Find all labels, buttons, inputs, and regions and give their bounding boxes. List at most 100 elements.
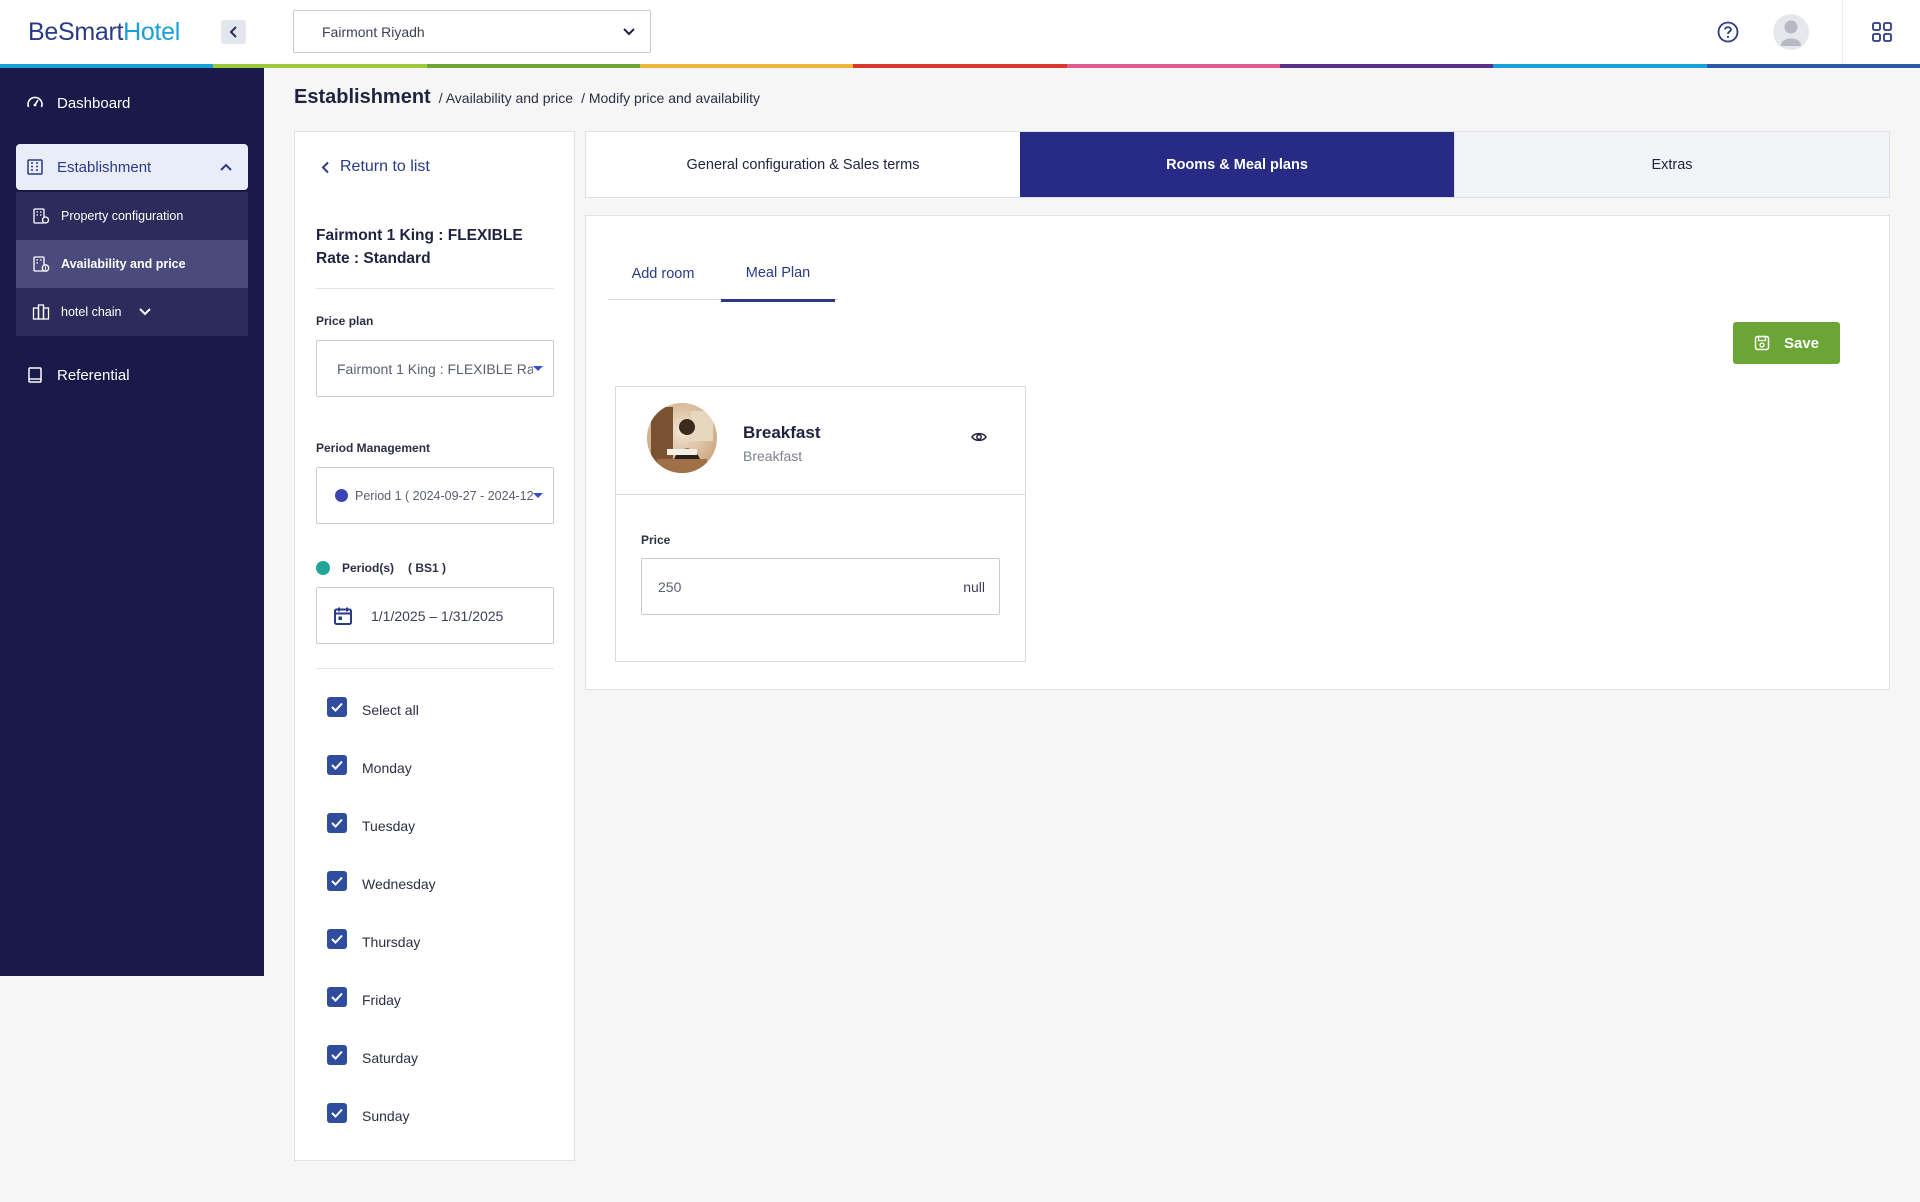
divider: [316, 668, 554, 669]
checkbox-select-all[interactable]: Select all: [327, 697, 419, 720]
logo-part-hotel: Hotel: [123, 18, 181, 46]
help-icon: [1717, 21, 1739, 43]
price-unit: null: [963, 578, 985, 595]
checkbox-label: Select all: [362, 702, 419, 718]
help-button[interactable]: [1712, 16, 1744, 48]
save-button[interactable]: Save: [1733, 322, 1840, 364]
checkbox-tuesday[interactable]: Tuesday: [327, 813, 415, 836]
period-management-label: Period Management: [316, 441, 431, 455]
period-management-select[interactable]: Period 1 ( 2024-09-27 - 2024-12-31 ): [316, 467, 554, 524]
apps-grid-button[interactable]: [1866, 16, 1898, 48]
period-color-dot: [335, 489, 348, 502]
sidebar-item-label: Referential: [57, 366, 130, 384]
meal-plan-item: Breakfast Breakfast Price 250 null: [615, 386, 1026, 662]
checkbox-checked-icon: [327, 697, 347, 717]
sidebar-item-label: hotel chain: [61, 305, 122, 319]
periods-code: ( BS1 ): [408, 561, 447, 575]
app-logo[interactable]: BeSmartHotel: [28, 18, 180, 47]
periods-label-row: Period(s) ( BS1 ): [316, 561, 446, 575]
tab-meal-plan[interactable]: Meal Plan: [721, 246, 835, 302]
checkbox-saturday[interactable]: Saturday: [327, 1045, 419, 1068]
brand-color-strip: [0, 64, 1920, 68]
establishment-submenu: Property configuration Availability and …: [16, 192, 248, 336]
chevron-down-icon: [139, 308, 152, 316]
chevron-left-icon: [229, 26, 237, 38]
price-value: 250: [658, 578, 682, 595]
caret-down-icon: [533, 493, 543, 498]
save-icon: [1754, 335, 1770, 351]
checkbox-checked-icon: [327, 813, 347, 833]
checkbox-checked-icon: [327, 929, 347, 949]
price-plan-value: Fairmont 1 King : FLEXIBLE Rate : Standa…: [337, 360, 533, 377]
checkbox-label: Thursday: [362, 934, 421, 950]
sidebar: Dashboard Establishment Property configu…: [0, 68, 264, 976]
hotel-select-value: Fairmont Riyadh: [322, 23, 425, 40]
availability-price-icon: [33, 256, 50, 272]
sidebar-item-hotel-chain[interactable]: hotel chain: [16, 288, 248, 336]
property-config-icon: [33, 208, 50, 224]
tab-add-room[interactable]: Add room: [608, 246, 718, 302]
checkbox-friday[interactable]: Friday: [327, 987, 401, 1010]
grid-icon: [1872, 22, 1892, 42]
breadcrumb-availability[interactable]: / Availability and price: [439, 90, 573, 106]
hotel-chain-icon: [32, 304, 50, 320]
meal-plan-card: Add room Meal Plan Save Breakfast Breakf…: [585, 215, 1890, 690]
tab-extras[interactable]: Extras: [1454, 132, 1889, 197]
tab-general-configuration[interactable]: General configuration & Sales terms: [586, 132, 1020, 197]
sidebar-item-property-configuration[interactable]: Property configuration: [16, 192, 248, 240]
meal-subtitle: Breakfast: [743, 448, 803, 464]
sidebar-item-label: Establishment: [57, 158, 152, 176]
price-input[interactable]: 250 null: [641, 558, 1000, 615]
top-bar: BeSmartHotel Fairmont Riyadh: [0, 0, 1920, 64]
checkbox-sunday[interactable]: Sunday: [327, 1103, 410, 1126]
hotel-select[interactable]: Fairmont Riyadh: [293, 10, 651, 53]
calendar-icon: [334, 607, 352, 625]
sidebar-item-label: Dashboard: [57, 94, 131, 112]
sidebar-item-availability-and-price[interactable]: Availability and price: [16, 240, 248, 288]
checkbox-monday[interactable]: Monday: [327, 755, 412, 778]
avatar-icon: [1773, 14, 1809, 50]
breadcrumb-root[interactable]: Establishment: [294, 86, 431, 109]
checkbox-checked-icon: [327, 755, 347, 775]
collapse-sidebar-button[interactable]: [221, 20, 246, 44]
checkbox-thursday[interactable]: Thursday: [327, 929, 421, 952]
checkbox-checked-icon: [327, 987, 347, 1007]
top-divider: [1842, 0, 1843, 64]
return-to-list-label: Return to list: [340, 158, 430, 175]
room-title: Fairmont 1 King : FLEXIBLE Rate : Standa…: [316, 227, 523, 267]
checkbox-label: Monday: [362, 760, 412, 776]
tab-rooms-meal-plans[interactable]: Rooms & Meal plans: [1020, 132, 1454, 197]
sidebar-item-referential[interactable]: Referential: [16, 352, 248, 398]
caret-down-icon: [533, 366, 543, 371]
chevron-left-icon: [321, 161, 329, 173]
checkbox-label: Friday: [362, 992, 401, 1008]
period-management-value: Period 1 ( 2024-09-27 - 2024-12-31 ): [355, 488, 533, 503]
price-plan-select[interactable]: Fairmont 1 King : FLEXIBLE Rate : Standa…: [316, 340, 554, 397]
sub-tabs: Add room Meal Plan: [608, 246, 1868, 302]
checkbox-wednesday[interactable]: Wednesday: [327, 871, 436, 894]
checkbox-label: Saturday: [362, 1050, 419, 1066]
checkbox-label: Wednesday: [362, 876, 436, 892]
view-meal-button[interactable]: [971, 430, 987, 448]
date-range-value: 1/1/2025 – 1/31/2025: [371, 607, 504, 624]
sidebar-item-dashboard[interactable]: Dashboard: [16, 80, 248, 126]
user-avatar[interactable]: [1773, 14, 1809, 50]
sidebar-item-establishment[interactable]: Establishment: [16, 144, 248, 190]
date-range-picker[interactable]: 1/1/2025 – 1/31/2025: [316, 587, 554, 644]
main-tabs: General configuration & Sales terms Room…: [585, 131, 1890, 198]
room-filter-panel: Return to list Fairmont 1 King : FLEXIBL…: [294, 131, 575, 1161]
divider: [316, 288, 554, 289]
checkbox-label: Sunday: [362, 1108, 410, 1124]
save-button-label: Save: [1783, 334, 1820, 352]
breadcrumb: Establishment / Availability and price /…: [294, 86, 768, 109]
periods-label: Period(s): [342, 561, 395, 575]
breadcrumb-current: / Modify price and availability: [581, 90, 761, 106]
return-to-list-link[interactable]: Return to list: [321, 158, 430, 176]
checkbox-checked-icon: [327, 1045, 347, 1065]
period-status-dot: [316, 561, 330, 575]
building-icon: [27, 159, 43, 175]
meal-plan-header: Breakfast Breakfast: [616, 387, 1025, 495]
logo-part-be: Be: [28, 18, 58, 46]
price-plan-label: Price plan: [316, 314, 374, 328]
logo-part-smart: Smart: [57, 18, 124, 46]
